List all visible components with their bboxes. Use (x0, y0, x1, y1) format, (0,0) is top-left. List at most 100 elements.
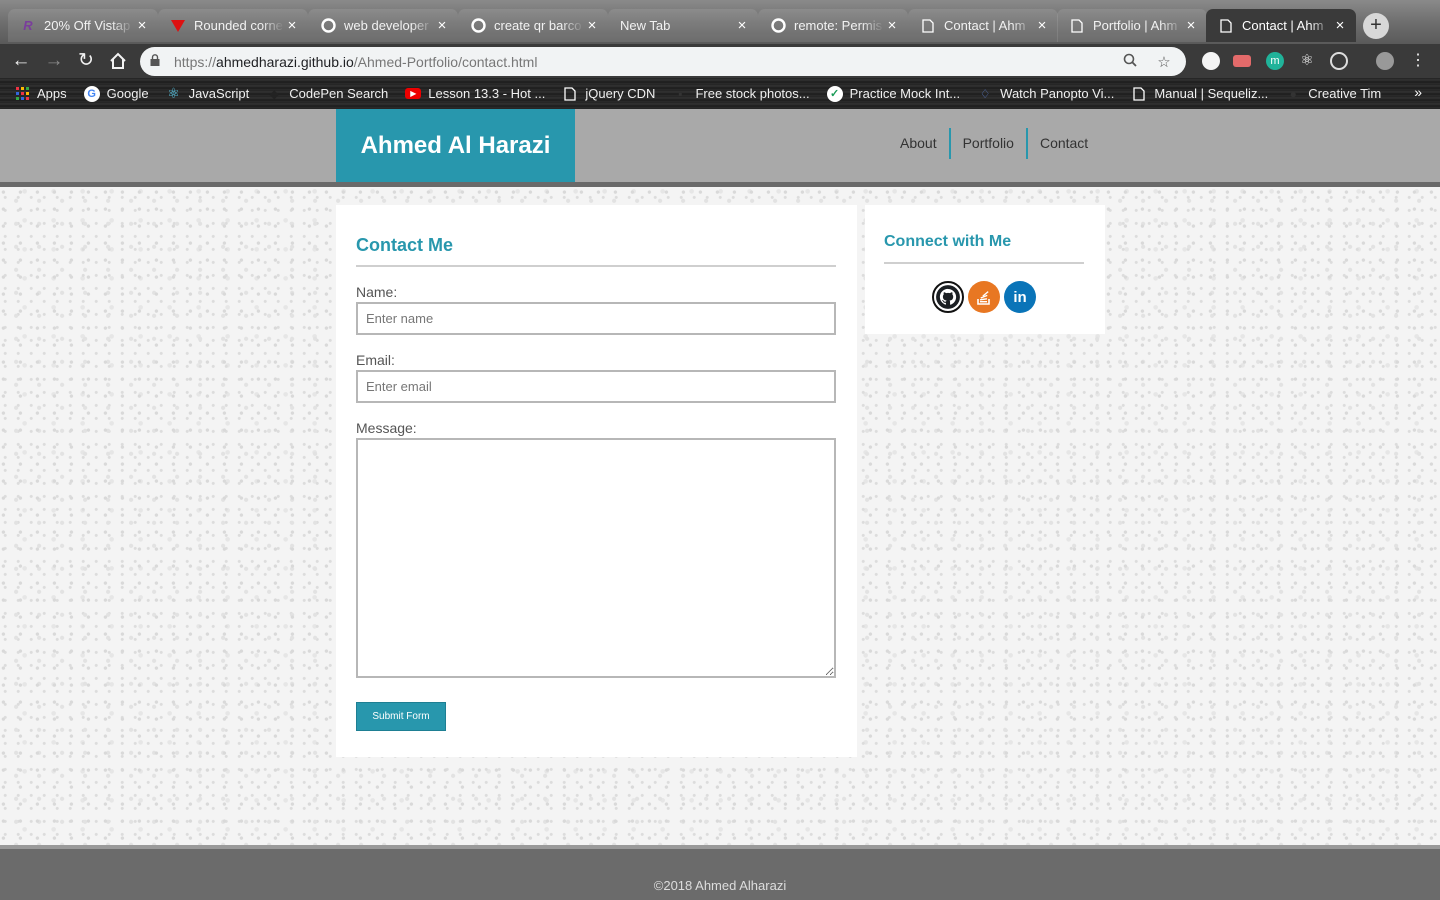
bookmark-creative-tim[interactable]: ● Creative Tim (1285, 86, 1382, 102)
tab-title: create qr barco (494, 18, 582, 33)
bookmark-label: Free stock photos... (695, 86, 810, 101)
close-icon[interactable]: × (584, 17, 600, 34)
tab-title: Contact | Ahm (944, 18, 1026, 33)
tab-title: web developer (344, 18, 429, 33)
url-text: https://ahmedharazi.github.io/Ahmed-Port… (174, 54, 1108, 70)
close-icon[interactable]: × (734, 17, 750, 34)
google-icon (470, 18, 486, 34)
forward-arrow-icon[interactable]: → (42, 49, 66, 73)
bookmark-apps[interactable]: Apps (14, 86, 67, 102)
tab-4[interactable]: create qr barco × (458, 9, 608, 42)
bookmark-mock-interview[interactable]: ✓ Practice Mock Int... (826, 85, 961, 102)
close-icon[interactable]: × (284, 17, 300, 34)
site-nav: About Portfolio Contact (888, 128, 1100, 159)
close-icon[interactable]: × (1034, 17, 1050, 34)
nav-contact[interactable]: Contact (1028, 128, 1100, 159)
new-tab-button[interactable]: + (1363, 13, 1389, 39)
bookmark-label: Creative Tim (1308, 86, 1382, 101)
browser-toolbar: ← → ↻ https://ahmedharazi.github.io/Ahme… (0, 44, 1440, 78)
video-extension-icon[interactable] (1233, 55, 1251, 67)
bookmark-label: Apps (37, 86, 67, 101)
tab-title: New Tab (620, 18, 671, 33)
close-icon[interactable]: × (134, 17, 150, 34)
r-logo-icon: R (23, 18, 33, 33)
connect-title-rule (884, 262, 1084, 264)
google-icon: G (83, 85, 100, 102)
tab-8[interactable]: Portfolio | Ahm × (1057, 9, 1207, 42)
footer-copyright: ©2018 Ahmed Alharazi (653, 878, 787, 893)
back-arrow-icon[interactable]: ← (9, 49, 33, 73)
home-icon[interactable] (106, 49, 130, 73)
tab-6[interactable]: remote: Permis × (758, 9, 908, 42)
connect-title: Connect with Me (884, 233, 1012, 250)
github-icon[interactable] (932, 281, 964, 313)
react-devtools-icon[interactable]: ⚛ (1298, 52, 1316, 70)
connect-card (865, 205, 1105, 334)
menu-dots-icon[interactable]: ⋮ (1406, 49, 1430, 73)
url-path: /Ahmed-Portfolio/contact.html (353, 53, 538, 70)
page-icon (1069, 18, 1085, 34)
message-textarea[interactable] (356, 438, 836, 678)
bookmark-sequelize[interactable]: Manual | Sequeliz... (1131, 86, 1268, 102)
reload-icon[interactable]: ↻ (74, 49, 98, 73)
page-icon (1218, 18, 1234, 34)
message-label: Message: (356, 420, 417, 436)
vivaldi-icon (170, 18, 186, 34)
codepen-icon: ◆ (269, 86, 279, 101)
bookmark-codepen[interactable]: ◆ CodePen Search (266, 86, 389, 102)
check-icon: ✓ (826, 85, 843, 102)
profile-avatar-icon[interactable] (1376, 52, 1394, 70)
bookmark-jquery[interactable]: jQuery CDN (562, 86, 655, 102)
email-input[interactable] (356, 370, 836, 403)
bookmark-panopto[interactable]: ♢ Watch Panopto Vi... (977, 86, 1115, 102)
tab-3[interactable]: web developer × (308, 9, 458, 42)
close-icon[interactable]: × (1332, 17, 1348, 34)
bookmark-label: Practice Mock Int... (849, 86, 961, 101)
bookmark-label: Google (106, 86, 149, 101)
tab-7[interactable]: Contact | Ahm × (908, 9, 1058, 42)
lock-icon (150, 54, 164, 69)
tab-1[interactable]: R 20% Off Vistap × (8, 9, 158, 42)
page-icon (920, 18, 936, 34)
m-extension-icon[interactable]: m (1266, 52, 1284, 70)
bookmark-label: Watch Panopto Vi... (1000, 86, 1115, 101)
tab-title: remote: Permis (794, 18, 883, 33)
tab-2[interactable]: Rounded corne × (158, 9, 308, 42)
address-bar[interactable]: https://ahmedharazi.github.io/Ahmed-Port… (140, 47, 1186, 76)
contact-title: Contact Me (356, 235, 454, 255)
site-footer: ©2018 Ahmed Alharazi (0, 845, 1440, 900)
tab-active[interactable]: Contact | Ahm × (1206, 9, 1356, 42)
bookmark-lesson[interactable]: ▶ Lesson 13.3 - Hot ... (405, 86, 545, 101)
close-icon[interactable]: × (434, 17, 450, 34)
bookmark-label: JavaScript (188, 86, 250, 101)
nav-about[interactable]: About (888, 128, 949, 159)
page-icon (562, 86, 578, 102)
tab-5[interactable]: New Tab × (608, 9, 758, 42)
bookmark-pexels[interactable]: ▪ Free stock photos... (672, 86, 809, 102)
nav-portfolio[interactable]: Portfolio (951, 128, 1026, 159)
react-icon: ⚛ (167, 85, 180, 101)
youtube-icon: ▶ (405, 88, 422, 99)
bookmarks-bar: Apps G Google ⚛ JavaScript ◆ CodePen Sea… (0, 78, 1440, 109)
linkedin-icon[interactable]: in (1004, 281, 1036, 313)
pexels-icon: ▪ (678, 86, 683, 101)
stackoverflow-icon[interactable] (968, 281, 1000, 313)
name-input[interactable] (356, 302, 836, 335)
extension-icon[interactable] (1202, 52, 1220, 70)
submit-form-button[interactable]: Submit Form (356, 702, 446, 731)
close-icon[interactable]: × (1183, 17, 1199, 34)
bookmark-javascript[interactable]: ⚛ JavaScript (166, 85, 250, 102)
zoom-icon[interactable] (1118, 53, 1142, 71)
bookmark-google[interactable]: G Google (83, 85, 149, 102)
contact-title-rule (356, 265, 836, 267)
site-brand[interactable]: Ahmed Al Harazi (336, 109, 575, 182)
tab-strip: R 20% Off Vistap × Rounded corne × web d… (0, 0, 1440, 44)
target-extension-icon[interactable] (1330, 52, 1348, 70)
bookmark-label: CodePen Search (289, 86, 389, 101)
tab-title: Portfolio | Ahm (1093, 18, 1178, 33)
bookmarks-overflow-icon[interactable]: » (1414, 84, 1422, 100)
star-icon[interactable]: ☆ (1152, 53, 1176, 71)
email-label: Email: (356, 352, 395, 368)
close-icon[interactable]: × (884, 17, 900, 34)
google-icon (770, 18, 786, 34)
